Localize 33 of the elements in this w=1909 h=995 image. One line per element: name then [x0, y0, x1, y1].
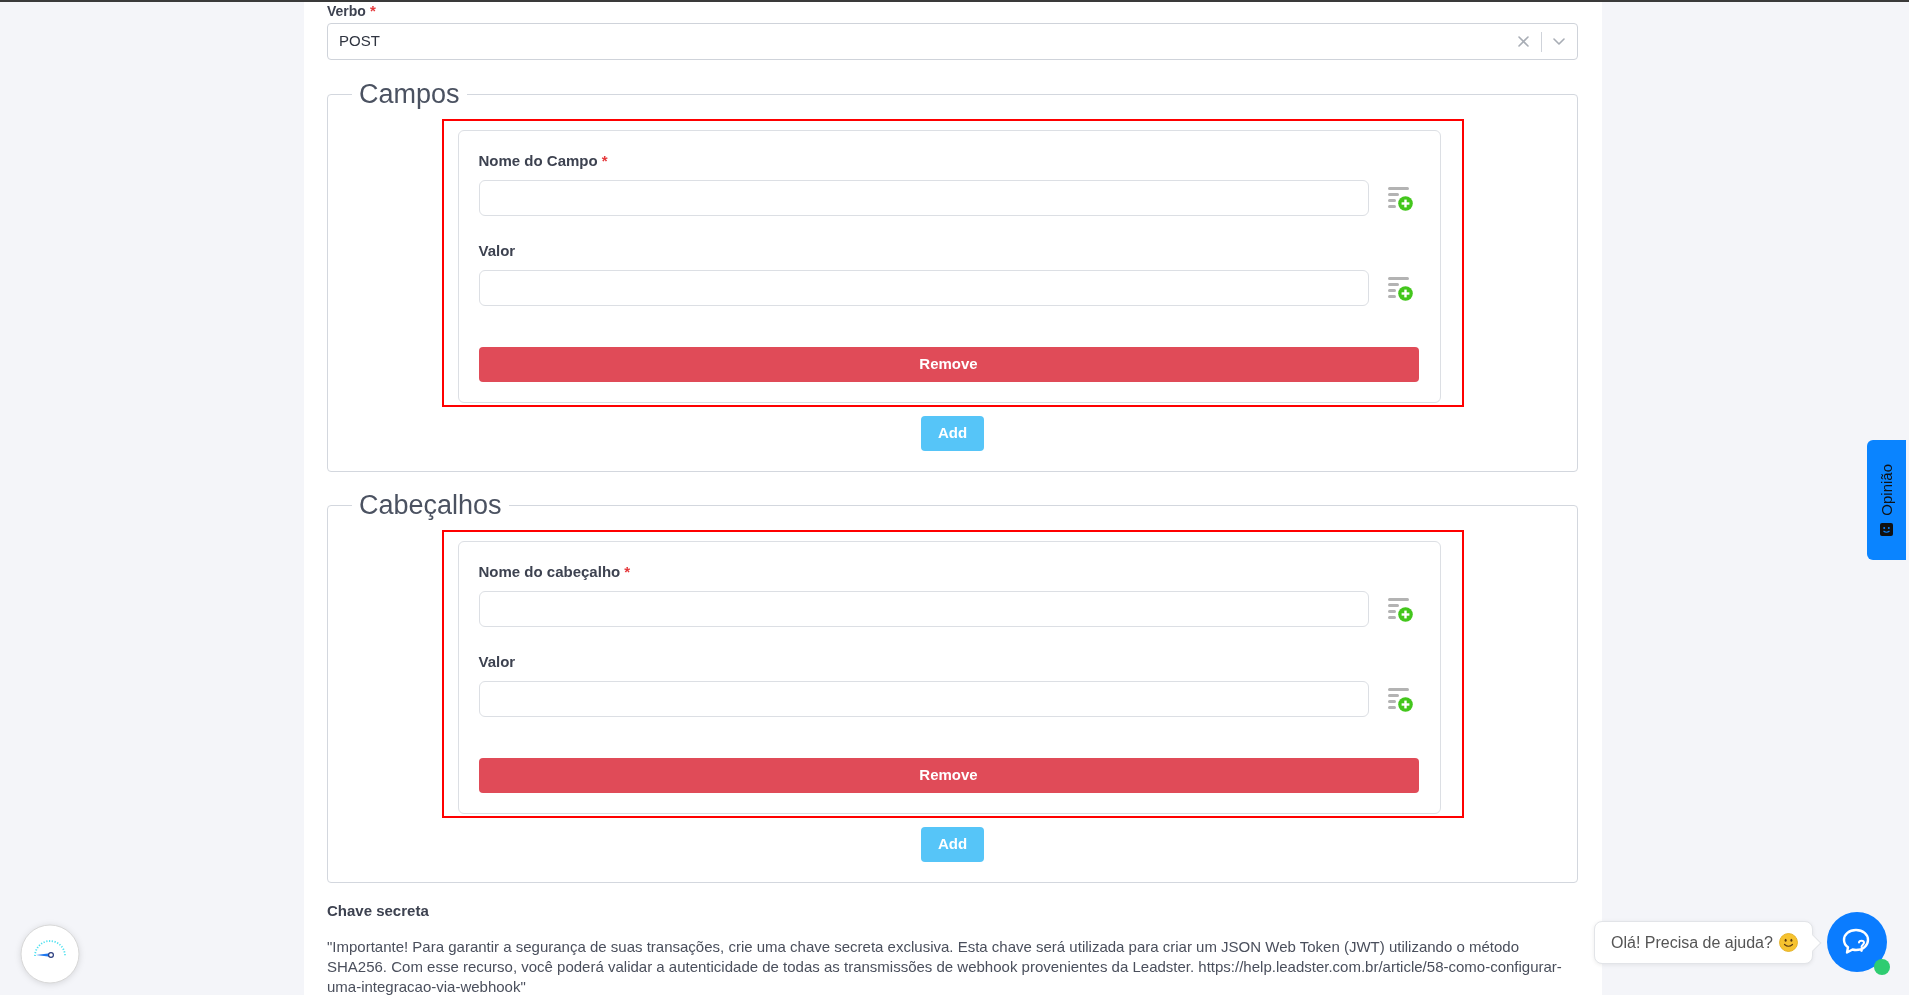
list-plus-icon[interactable]	[1387, 686, 1413, 712]
chat-button[interactable]	[1827, 912, 1887, 972]
verb-select[interactable]: POST	[327, 23, 1578, 60]
gauge-icon[interactable]	[20, 924, 80, 984]
smiley-icon	[1778, 933, 1798, 952]
help-text: "Importante! Para garantir a segurança de suas transações, crie uma chave secreta exclusiva. Esta chave será utilizada para criar um JSON Web Token (JWT) utilizando o método SHA256. Com esse recurso, você poderá validar a autenticidade de todas as transmissões de webhook provenientes da Leadster. https://help.leadster.com.br/article/58-como-configurar-uma-integracao-via-webhook"	[327, 937, 1563, 995]
field-label: Valor	[478, 653, 516, 671]
required-mark: *	[601, 152, 608, 170]
feedback-tab[interactable]: Opinião	[1867, 440, 1906, 560]
status-dot-icon	[1874, 959, 1890, 975]
input-field[interactable]	[478, 591, 1369, 627]
list-plus-icon[interactable]	[1387, 275, 1413, 301]
smile-face-icon	[1880, 523, 1893, 537]
list-plus-icon[interactable]	[1387, 185, 1413, 211]
field-label: Nome do cabeçalho	[478, 563, 621, 581]
field-label: Verbo	[327, 2, 366, 20]
required-mark: *	[624, 563, 631, 581]
field-label: Nome do Campo	[478, 152, 598, 170]
input-field[interactable]	[478, 681, 1369, 717]
list-plus-icon[interactable]	[1387, 596, 1413, 622]
section-title: Cabeçalhos	[358, 489, 503, 521]
required-mark: *	[369, 2, 376, 20]
remove-button[interactable]: Remove	[478, 347, 1419, 382]
chat-help-icon	[1842, 928, 1872, 956]
greeting-text: Olá! Precisa de ajuda?	[1611, 932, 1773, 953]
section-title: Campos	[358, 78, 461, 110]
field-label: Valor	[478, 242, 516, 260]
chevron-down-icon[interactable]	[1553, 38, 1565, 45]
input-field[interactable]	[478, 270, 1369, 306]
field-label: Chave secreta	[327, 902, 429, 920]
remove-button[interactable]: Remove	[478, 758, 1419, 793]
input-field[interactable]	[478, 180, 1369, 216]
clear-icon[interactable]	[1518, 36, 1529, 47]
